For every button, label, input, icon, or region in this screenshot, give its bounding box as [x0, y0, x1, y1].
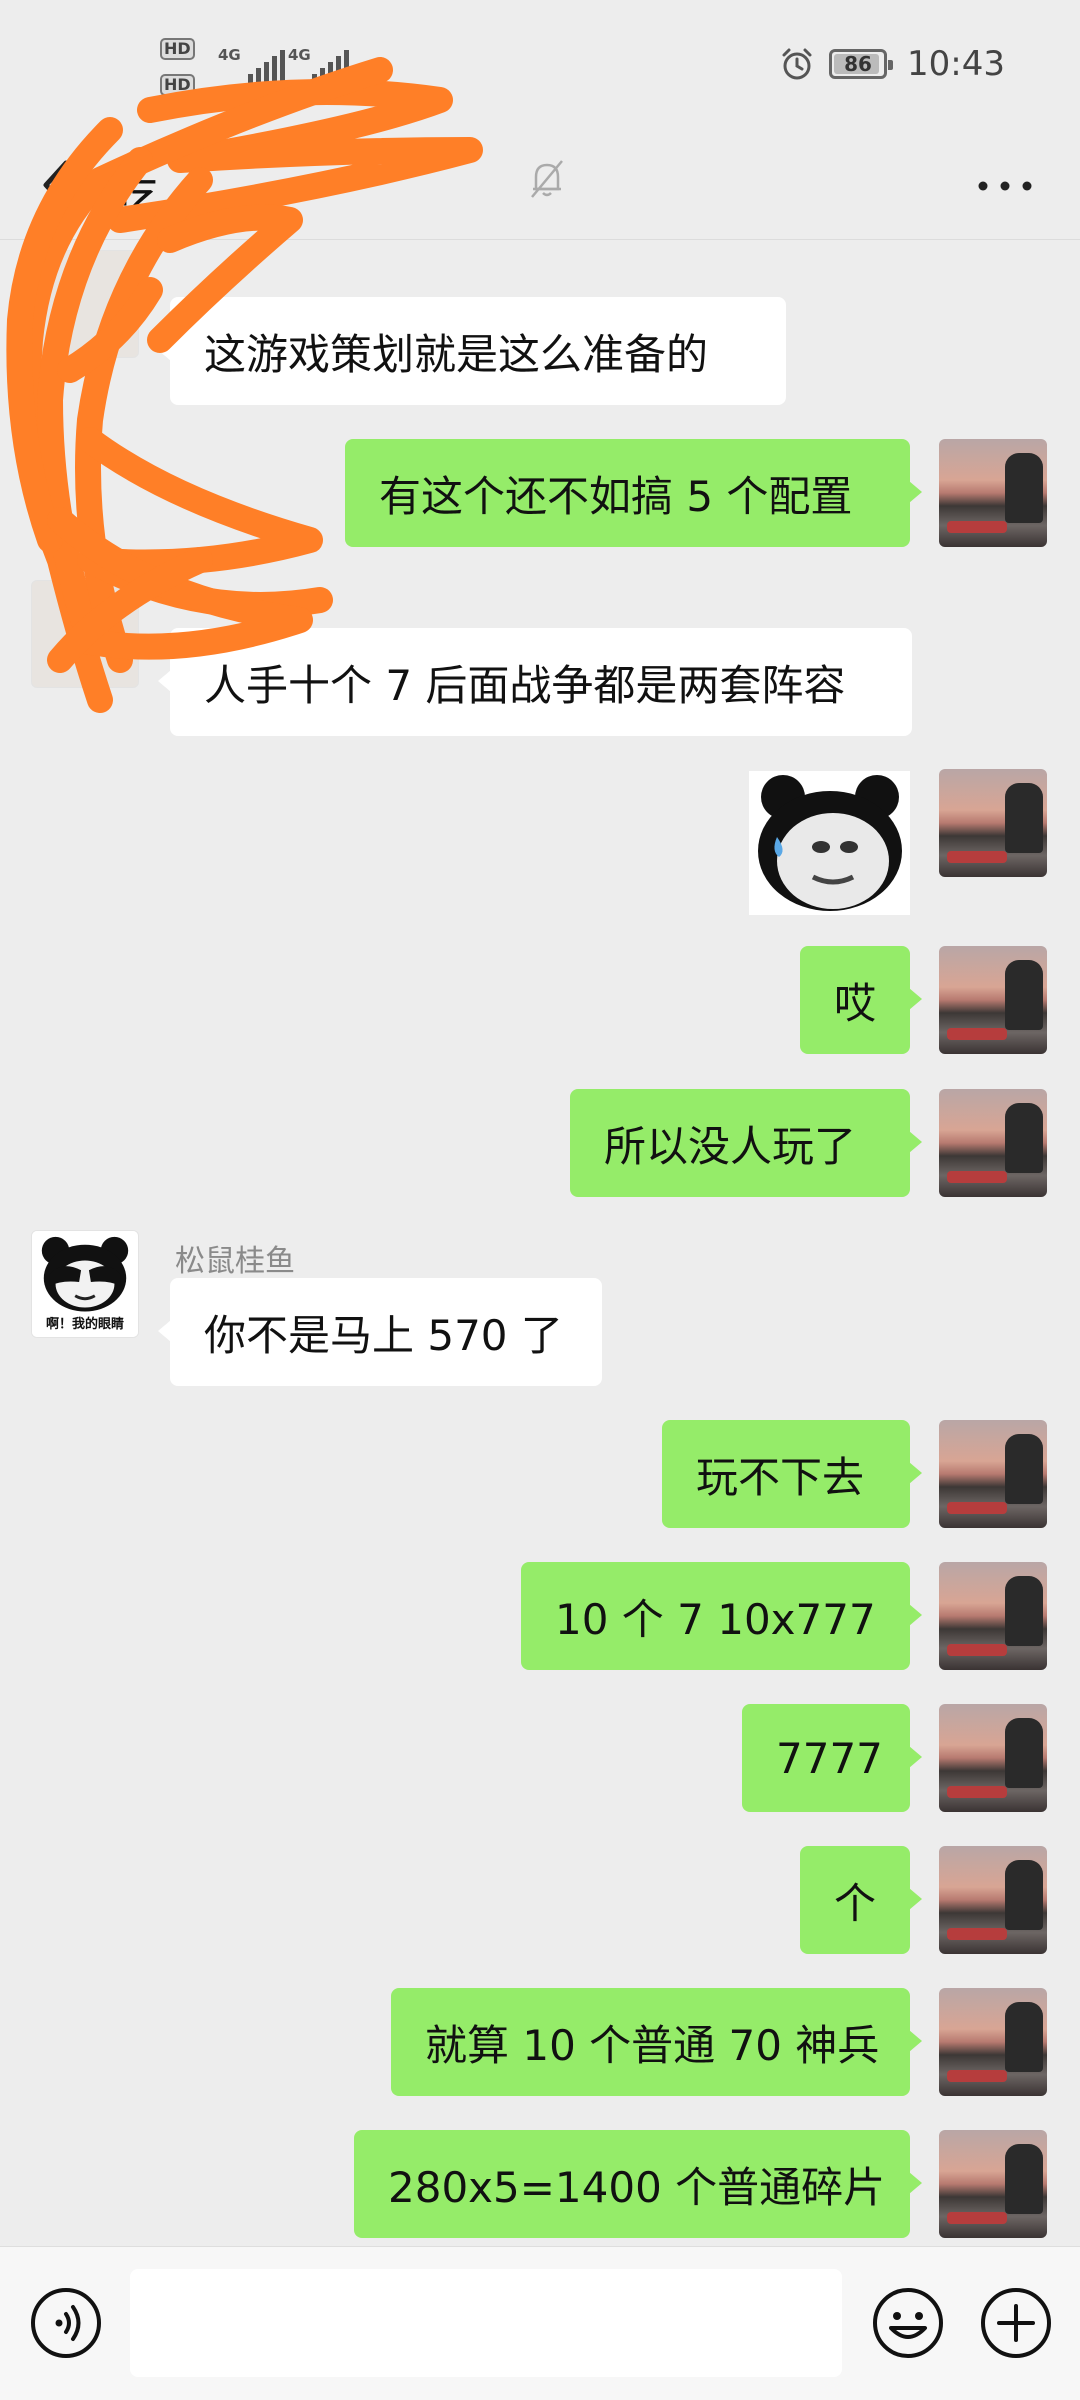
avatar[interactable]: [31, 580, 139, 688]
emoji-icon[interactable]: [871, 2286, 945, 2360]
battery-icon: 86: [829, 49, 894, 79]
message-input[interactable]: [130, 2269, 842, 2377]
hd-badge-sim2: HD: [160, 74, 195, 96]
input-bar: [0, 2246, 1080, 2400]
signal-strength-icon-2: [312, 48, 349, 84]
status-bar: HD HD 4G 4G 86 10:43: [0, 0, 1080, 135]
avatar[interactable]: [939, 1089, 1047, 1197]
chevron-left-icon[interactable]: [36, 155, 76, 215]
signal-strength-icon: [248, 48, 285, 84]
message-bubble[interactable]: 10 个 7 10x777: [521, 1562, 922, 1670]
message-bubble[interactable]: 7777: [742, 1704, 922, 1812]
message-bubble[interactable]: 玩不下去: [662, 1420, 922, 1528]
clock: 10:43: [907, 44, 1005, 84]
avatar[interactable]: [939, 1988, 1047, 2096]
avatar[interactable]: [939, 439, 1047, 547]
avatar[interactable]: [939, 1562, 1047, 1670]
plus-circle-icon[interactable]: [979, 2286, 1053, 2360]
sender-name: 松鼠桂鱼: [175, 1244, 295, 1279]
message-bubble[interactable]: 这游戏策划就是这么准备的: [158, 297, 786, 405]
message-bubble[interactable]: 人手十个 7 后面战争都是两套阵容: [158, 628, 912, 736]
more-horizontal-icon[interactable]: [970, 173, 1040, 199]
avatar[interactable]: [31, 250, 139, 358]
sticker-image[interactable]: [749, 771, 910, 915]
status-right: 86 10:43: [779, 44, 1005, 84]
chat-header: 吃: [0, 135, 1080, 240]
network-type-sim2: 4G: [288, 46, 311, 64]
message-bubble[interactable]: 你不是马上 570 了: [158, 1278, 602, 1386]
message-bubble[interactable]: 哎: [800, 946, 922, 1054]
battery-level: 86: [844, 52, 872, 76]
message-bubble[interactable]: 有这个还不如搞 5 个配置: [345, 439, 922, 547]
hd-badge-sim1: HD: [160, 38, 195, 60]
avatar[interactable]: [939, 2130, 1047, 2238]
avatar[interactable]: [939, 1846, 1047, 1954]
message-bubble[interactable]: 280x5=1400 个普通碎片: [354, 2130, 922, 2238]
panda-sticker-icon: [749, 771, 910, 915]
signal-group: HD HD 4G 4G: [160, 38, 350, 98]
avatar[interactable]: [939, 1704, 1047, 1812]
alarm-icon: [782, 48, 812, 80]
avatar[interactable]: [939, 946, 1047, 1054]
network-type-sim1: 4G: [218, 46, 241, 64]
avatar[interactable]: [939, 1420, 1047, 1528]
voice-icon[interactable]: [29, 2286, 103, 2360]
avatar[interactable]: [939, 769, 1047, 877]
sticker-caption: 啊！我的眼睛: [45, 1317, 124, 1332]
chat-title: 吃: [110, 169, 159, 225]
sender-avatar[interactable]: 啊！我的眼睛: [31, 1230, 139, 1338]
bell-off-icon: [531, 160, 563, 198]
message-bubble[interactable]: 就算 10 个普通 70 神兵: [391, 1988, 922, 2096]
message-bubble[interactable]: 所以没人玩了: [570, 1089, 922, 1197]
message-bubble[interactable]: 个: [800, 1846, 922, 1954]
